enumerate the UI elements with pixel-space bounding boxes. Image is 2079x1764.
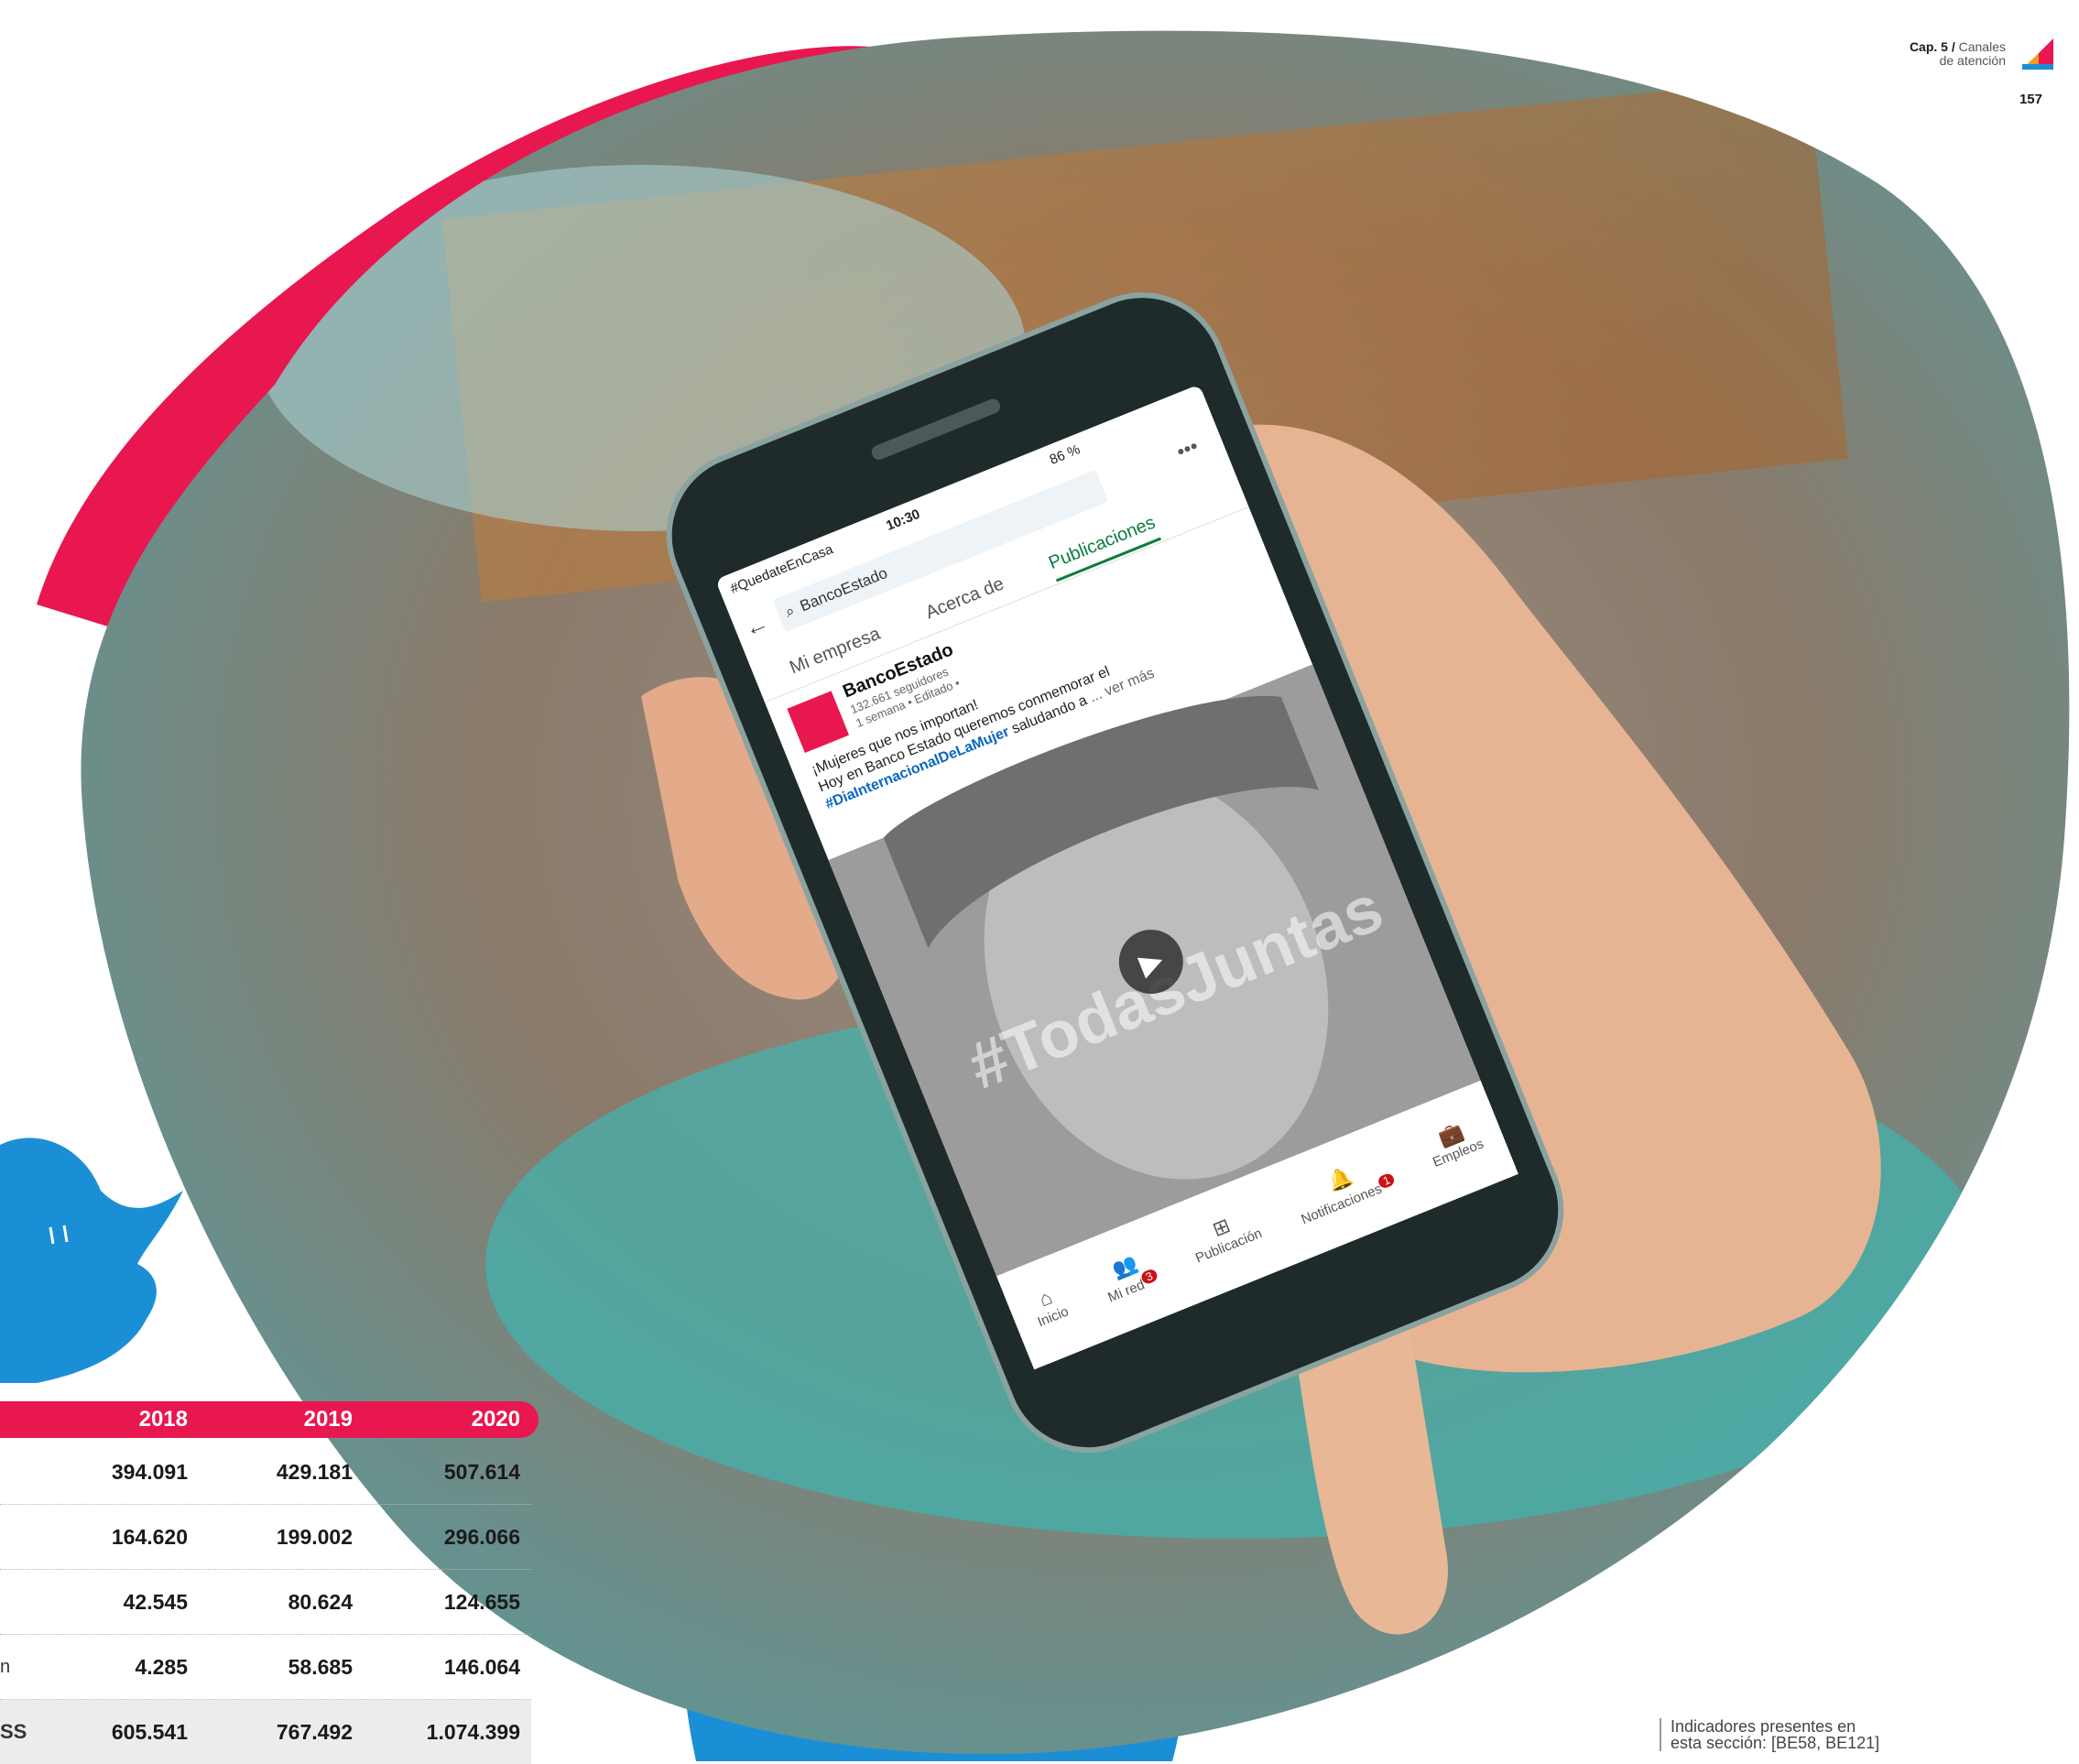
tab-acerca-de[interactable]: Acerca de bbox=[923, 573, 1007, 624]
indicators-line2: esta sección: [BE58, BE121] bbox=[1671, 1734, 1880, 1752]
cell-2018: 4.285 bbox=[135, 1655, 188, 1679]
table-row: 42.545 80.624 124.655 bbox=[0, 1570, 531, 1635]
clock: 10:30 bbox=[884, 506, 923, 534]
company-logo bbox=[787, 691, 850, 754]
table-total-row: SS 605.541 767.492 1.074.399 bbox=[0, 1700, 531, 1764]
cell-2019: 429.181 bbox=[276, 1460, 353, 1484]
cell-2018: 605.541 bbox=[111, 1720, 188, 1744]
cell-2020: 296.066 bbox=[443, 1525, 520, 1549]
bird-mascot bbox=[0, 1138, 183, 1383]
cell-2018: 42.545 bbox=[123, 1590, 188, 1614]
table-header: 2018 2019 2020 bbox=[0, 1401, 539, 1438]
chapter-title-line1: Canales bbox=[1958, 39, 2006, 54]
row-label: SS bbox=[0, 1720, 27, 1743]
chapter-title-line2: de atención bbox=[1939, 53, 2006, 68]
cell-2018: 164.620 bbox=[111, 1525, 188, 1549]
year-header-2019: 2019 bbox=[303, 1407, 353, 1432]
cell-2019: 767.492 bbox=[276, 1720, 353, 1744]
row-label: n bbox=[0, 1657, 11, 1677]
back-arrow-icon[interactable]: ← bbox=[740, 608, 773, 643]
page-number: 157 bbox=[2019, 92, 2042, 107]
cell-2020: 146.064 bbox=[443, 1655, 520, 1679]
tab-publicaciones[interactable]: Publicaciones bbox=[1045, 512, 1162, 583]
search-text: BancoEstado bbox=[797, 563, 890, 615]
cell-2019: 199.002 bbox=[276, 1525, 353, 1549]
indicators-note: Indicadores presentes en esta sección: [… bbox=[1660, 1718, 1879, 1751]
search-icon: ⌕ bbox=[782, 601, 798, 622]
cell-2020: 507.614 bbox=[443, 1460, 520, 1484]
indicators-line1: Indicadores presentes en bbox=[1671, 1717, 1856, 1736]
nav-inicio[interactable]: ⌂ Inicio bbox=[1023, 1273, 1083, 1362]
year-header-2020: 2020 bbox=[471, 1407, 520, 1432]
chapter-number: Cap. 5 / bbox=[1909, 39, 1955, 54]
table-row: 164.620 199.002 296.066 bbox=[0, 1505, 531, 1570]
cell-2018: 394.091 bbox=[111, 1460, 188, 1484]
cell-2019: 80.624 bbox=[288, 1590, 353, 1614]
table-row: n 4.285 58.685 146.064 bbox=[0, 1635, 531, 1700]
year-header-2018: 2018 bbox=[138, 1407, 188, 1432]
image-hashtag-text: #TodasJuntas bbox=[958, 871, 1393, 1104]
bancoestado-logo-icon bbox=[2022, 38, 2053, 70]
table-row: 394.091 429.181 507.614 bbox=[0, 1440, 531, 1505]
chapter-header: Cap. 5 / Canales de atención bbox=[1910, 40, 2006, 68]
cell-2020: 1.074.399 bbox=[426, 1720, 520, 1744]
cell-2020: 124.655 bbox=[443, 1590, 520, 1614]
battery-text: 86 % bbox=[1047, 441, 1083, 468]
cell-2019: 58.685 bbox=[288, 1655, 353, 1679]
more-options-icon[interactable]: ••• bbox=[1173, 434, 1202, 464]
